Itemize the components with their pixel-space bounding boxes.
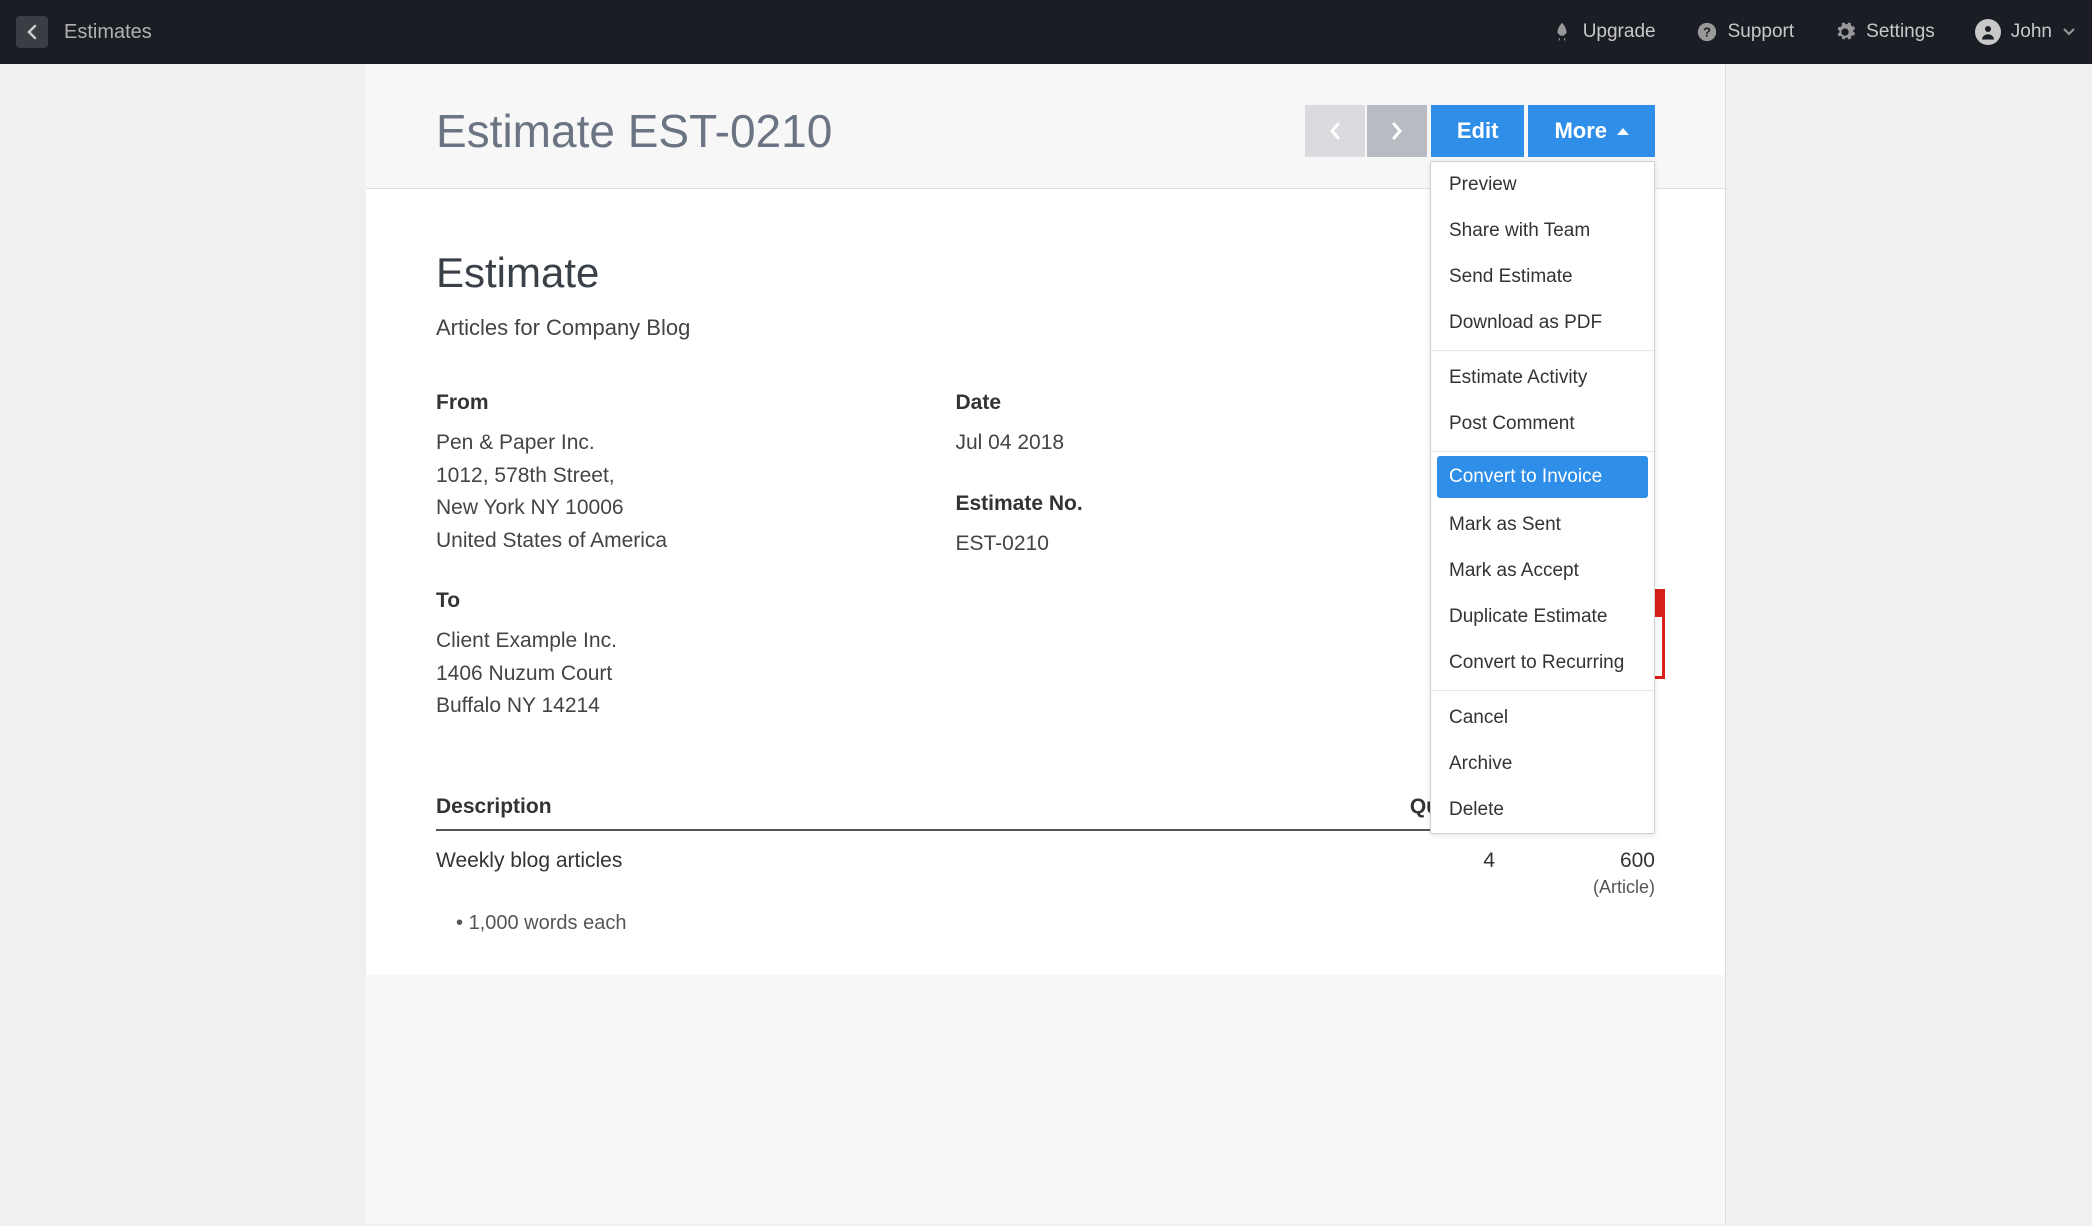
to-line: Client Example Inc. — [436, 625, 916, 658]
page: Estimate EST-0210 Edit More Preview Shar… — [366, 64, 1726, 1224]
menu-mark-accept[interactable]: Mark as Accept — [1431, 548, 1654, 594]
topbar: Estimates Upgrade ? Support Settings Joh… — [0, 0, 2092, 64]
page-header: Estimate EST-0210 Edit More Preview Shar… — [366, 64, 1725, 189]
to-label: To — [436, 589, 916, 613]
from-line: United States of America — [436, 525, 916, 558]
date-value: Jul 04 2018 — [956, 427, 1436, 460]
date-label: Date — [956, 391, 1436, 415]
menu-download-pdf[interactable]: Download as PDF — [1431, 300, 1654, 346]
menu-separator — [1431, 451, 1654, 452]
estimate-no-value: EST-0210 — [956, 528, 1436, 561]
user-menu[interactable]: John — [1975, 19, 2076, 45]
from-label: From — [436, 391, 916, 415]
menu-preview[interactable]: Preview — [1431, 162, 1654, 208]
chevron-down-icon — [2062, 27, 2076, 37]
menu-mark-sent[interactable]: Mark as Sent — [1431, 502, 1654, 548]
settings-link[interactable]: Settings — [1834, 21, 1935, 43]
table-row: Weekly blog articles 4 600 (Article) — [436, 831, 1655, 898]
more-label: More — [1554, 118, 1607, 144]
from-line: 1012, 578th Street, — [436, 460, 916, 493]
menu-delete[interactable]: Delete — [1431, 787, 1654, 833]
question-icon: ? — [1696, 21, 1718, 43]
menu-convert-invoice[interactable]: Convert to Invoice — [1437, 456, 1648, 498]
support-link[interactable]: ? Support — [1696, 21, 1795, 43]
menu-post-comment[interactable]: Post Comment — [1431, 401, 1654, 447]
estimate-no-label: Estimate No. — [956, 492, 1436, 516]
gear-icon — [1834, 21, 1856, 43]
menu-separator — [1431, 690, 1654, 691]
menu-cancel[interactable]: Cancel — [1431, 695, 1654, 741]
chevron-right-icon — [1390, 121, 1404, 141]
chevron-up-icon — [1617, 128, 1629, 135]
upgrade-link[interactable]: Upgrade — [1551, 21, 1656, 43]
more-dropdown: Preview Share with Team Send Estimate Do… — [1430, 161, 1655, 834]
chevron-left-icon — [1328, 121, 1342, 141]
from-line: Pen & Paper Inc. — [436, 427, 916, 460]
menu-archive[interactable]: Archive — [1431, 741, 1654, 787]
back-button[interactable] — [16, 16, 48, 48]
menu-share-team[interactable]: Share with Team — [1431, 208, 1654, 254]
cell-unit: (Article) — [1495, 877, 1655, 898]
menu-activity[interactable]: Estimate Activity — [1431, 355, 1654, 401]
svg-text:?: ? — [1703, 25, 1711, 40]
edit-label: Edit — [1457, 118, 1499, 144]
page-title: Estimate EST-0210 — [436, 104, 832, 158]
edit-button[interactable]: Edit — [1431, 105, 1525, 157]
to-line: Buffalo NY 14214 — [436, 690, 916, 723]
settings-label: Settings — [1866, 21, 1935, 43]
item-bullet-text: 1,000 words each — [469, 912, 627, 934]
prev-button[interactable] — [1305, 105, 1365, 157]
menu-duplicate[interactable]: Duplicate Estimate — [1431, 594, 1654, 640]
user-name-label: John — [2011, 21, 2052, 43]
cell-description: Weekly blog articles — [436, 849, 1335, 898]
to-line: 1406 Nuzum Court — [436, 658, 916, 691]
cell-rate: 600 — [1495, 849, 1655, 873]
next-button[interactable] — [1367, 105, 1427, 157]
breadcrumb[interactable]: Estimates — [64, 21, 152, 44]
more-button[interactable]: More — [1528, 105, 1655, 157]
menu-send-estimate[interactable]: Send Estimate — [1431, 254, 1654, 300]
cell-quantity: 4 — [1335, 849, 1495, 898]
menu-separator — [1431, 350, 1654, 351]
col-description: Description — [436, 795, 1335, 819]
menu-convert-recurring[interactable]: Convert to Recurring — [1431, 640, 1654, 686]
chevron-left-icon — [26, 24, 38, 40]
support-label: Support — [1728, 21, 1795, 43]
upgrade-label: Upgrade — [1583, 21, 1656, 43]
from-line: New York NY 10006 — [436, 492, 916, 525]
rocket-icon — [1551, 21, 1573, 43]
item-bullet: • 1,000 words each — [436, 912, 1655, 935]
avatar-icon — [1975, 19, 2001, 45]
